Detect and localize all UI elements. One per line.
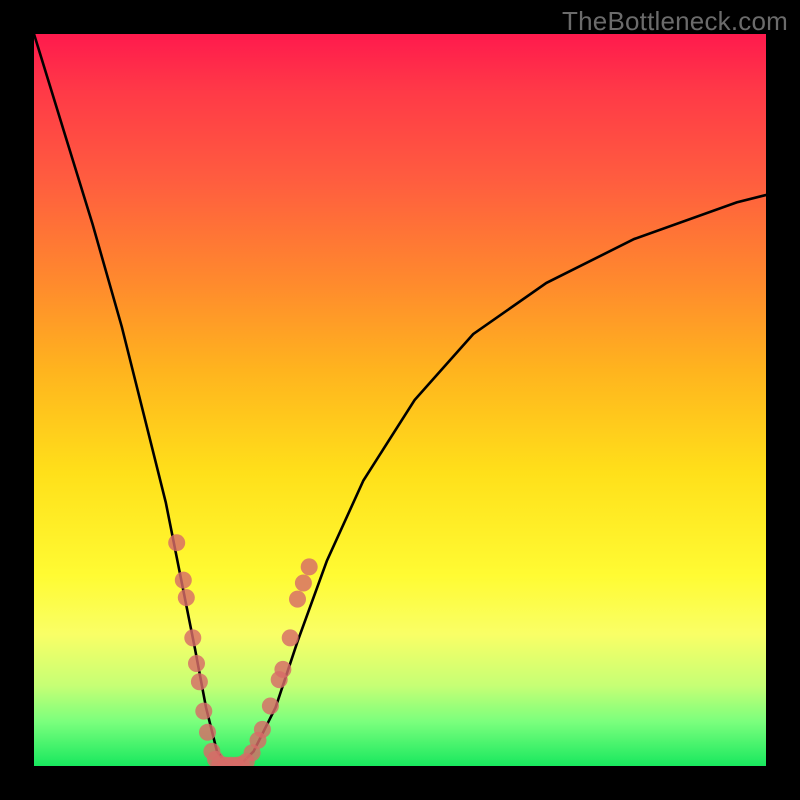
data-point [254, 721, 271, 738]
data-point [184, 629, 201, 646]
chart-svg [34, 34, 766, 766]
data-point [199, 724, 216, 741]
data-point [301, 558, 318, 575]
plot-area [34, 34, 766, 766]
data-point [191, 673, 208, 690]
data-point [168, 534, 185, 551]
data-point [295, 575, 312, 592]
bottleneck-curve [34, 34, 766, 766]
data-point [262, 698, 279, 715]
data-point [178, 589, 195, 606]
data-point [195, 703, 212, 720]
data-point [175, 572, 192, 589]
chart-frame: TheBottleneck.com [0, 0, 800, 800]
data-point [188, 655, 205, 672]
watermark-text: TheBottleneck.com [562, 6, 788, 37]
data-point [274, 661, 291, 678]
data-point [282, 629, 299, 646]
data-point [289, 591, 306, 608]
